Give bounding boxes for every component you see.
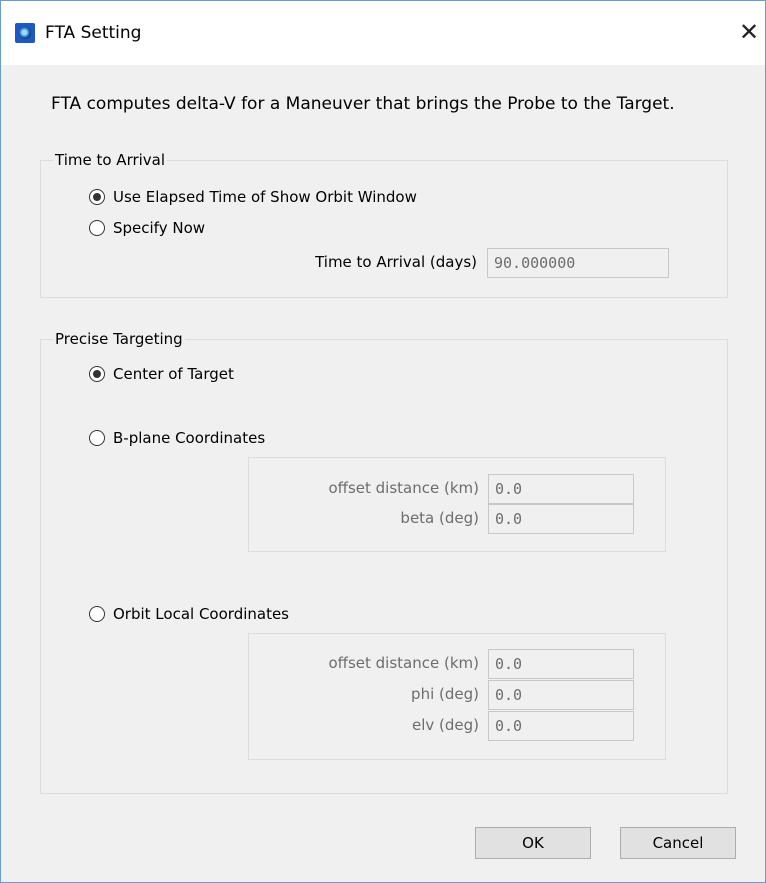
orbit-local-elv-field[interactable]: 0.0 — [488, 711, 634, 741]
orbit-local-phi-field[interactable]: 0.0 — [488, 680, 634, 710]
close-icon[interactable]: ✕ — [733, 16, 765, 48]
orbit-local-offset-label: offset distance (km) — [328, 654, 479, 672]
specify-now-radio[interactable]: Specify Now — [89, 217, 205, 239]
radio-indicator — [89, 606, 105, 622]
time-to-arrival-legend: Time to Arrival — [55, 151, 166, 169]
bplane-coordinates-label: B-plane Coordinates — [113, 429, 266, 447]
ok-button[interactable]: OK — [475, 827, 591, 859]
title-bar[interactable]: FTA Setting ✕ — [1, 1, 765, 65]
time-to-arrival-days-label: Time to Arrival (days) — [315, 253, 477, 271]
center-of-target-radio[interactable]: Center of Target — [89, 363, 234, 385]
orbit-local-phi-label: phi (deg) — [411, 685, 479, 703]
bplane-offset-label: offset distance (km) — [328, 479, 479, 497]
center-of-target-label: Center of Target — [113, 365, 234, 383]
orbit-local-coordinates-label: Orbit Local Coordinates — [113, 605, 290, 623]
window-title: FTA Setting — [45, 23, 142, 43]
radio-indicator — [89, 430, 105, 446]
orbit-local-offset-field[interactable]: 0.0 — [488, 649, 634, 679]
radio-indicator — [89, 189, 105, 205]
bplane-beta-field[interactable]: 0.0 — [488, 504, 634, 534]
description-text: FTA computes delta-V for a Maneuver that… — [51, 94, 675, 114]
cancel-button[interactable]: Cancel — [620, 827, 736, 859]
app-globe-icon — [15, 23, 35, 43]
bplane-coordinates-radio[interactable]: B-plane Coordinates — [89, 427, 265, 449]
bplane-offset-field[interactable]: 0.0 — [488, 474, 634, 504]
orbit-local-elv-label: elv (deg) — [411, 716, 479, 734]
radio-indicator — [89, 366, 105, 382]
use-elapsed-time-radio[interactable]: Use Elapsed Time of Show Orbit Window — [89, 186, 417, 208]
fta-setting-dialog: FTA Setting ✕ FTA computes delta-V for a… — [0, 0, 766, 883]
use-elapsed-time-label: Use Elapsed Time of Show Orbit Window — [113, 188, 417, 206]
precise-targeting-legend: Precise Targeting — [55, 330, 183, 348]
radio-indicator — [89, 220, 105, 236]
time-to-arrival-days-field[interactable]: 90.000000 — [487, 248, 669, 278]
orbit-local-coordinates-radio[interactable]: Orbit Local Coordinates — [89, 603, 289, 625]
specify-now-label: Specify Now — [113, 219, 206, 237]
bplane-beta-label: beta (deg) — [400, 509, 479, 527]
